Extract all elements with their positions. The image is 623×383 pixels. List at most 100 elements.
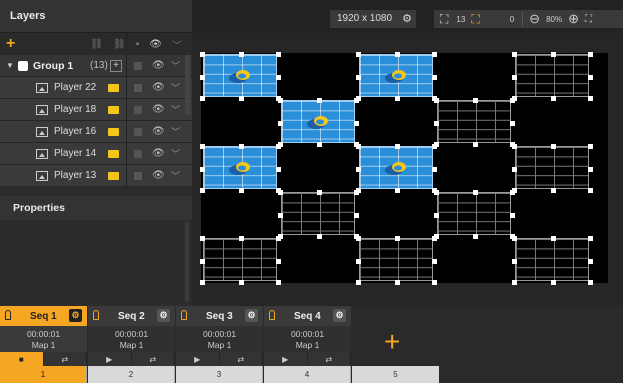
sequence-slot[interactable]: Seq 1 ⚙ 00:00:01 Map 1 ■ ⇄ 1 bbox=[0, 306, 87, 383]
player-tile[interactable] bbox=[359, 238, 433, 281]
resize-handle[interactable] bbox=[512, 144, 517, 149]
resize-handle[interactable] bbox=[510, 190, 515, 195]
resize-handle[interactable] bbox=[200, 188, 205, 193]
resize-handle[interactable] bbox=[510, 212, 515, 218]
resize-handle[interactable] bbox=[588, 188, 593, 193]
resize-handle[interactable] bbox=[276, 258, 281, 264]
layer-color-swatch[interactable] bbox=[134, 83, 142, 92]
resize-handle[interactable] bbox=[356, 258, 361, 264]
resize-handle[interactable] bbox=[432, 166, 437, 172]
comment-icon[interactable] bbox=[108, 127, 119, 136]
resize-handle[interactable] bbox=[238, 236, 244, 241]
stop-icon[interactable]: ■ bbox=[0, 352, 44, 366]
resize-handle[interactable] bbox=[512, 166, 517, 172]
frame-select-icon[interactable]: ⛶ bbox=[440, 12, 448, 27]
layer-row[interactable]: Player 14 👁 ﹀ bbox=[0, 143, 192, 165]
resize-handle[interactable] bbox=[588, 144, 593, 149]
properties-scrollbar[interactable] bbox=[185, 222, 189, 302]
resize-handle[interactable] bbox=[510, 120, 515, 126]
resize-handle[interactable] bbox=[354, 212, 359, 218]
resize-handle[interactable] bbox=[200, 236, 205, 241]
group-checkbox[interactable] bbox=[18, 60, 28, 71]
sequence-slot[interactable]: Seq 3 ⚙ 00:00:01 Map 1 ▶ ⇄ 3 bbox=[176, 306, 263, 383]
layer-visibility-icon[interactable]: 👁 bbox=[152, 104, 165, 115]
add-sequence-button[interactable]: + bbox=[384, 328, 400, 356]
square-icon[interactable]: ▪ bbox=[136, 39, 140, 50]
resize-handle[interactable] bbox=[316, 190, 322, 195]
resize-handle[interactable] bbox=[550, 52, 556, 57]
resize-handle[interactable] bbox=[588, 74, 593, 80]
layer-chevron-icon[interactable]: ﹀ bbox=[171, 147, 180, 160]
layer-group-row[interactable]: ▼ Group 1 (13) + 👁 ﹀ bbox=[0, 55, 192, 77]
resize-handle[interactable] bbox=[356, 52, 361, 57]
resize-handle[interactable] bbox=[316, 142, 322, 147]
resolution-settings-gear-icon[interactable]: ⚙ bbox=[398, 10, 416, 28]
resize-handle[interactable] bbox=[356, 74, 361, 80]
layer-row[interactable]: Player 13 👁 ﹀ bbox=[0, 165, 192, 187]
player-tile[interactable] bbox=[515, 54, 589, 97]
collapse-arrow-icon[interactable]: ▼ bbox=[6, 61, 16, 70]
unlink-icon[interactable]: ⛓ bbox=[113, 39, 126, 50]
resize-handle[interactable] bbox=[238, 52, 244, 57]
player-tile[interactable] bbox=[515, 146, 589, 189]
add-layer-icon[interactable]: + bbox=[6, 36, 15, 52]
lock-icon[interactable] bbox=[181, 310, 187, 320]
resize-handle[interactable] bbox=[354, 120, 359, 126]
sequence-gear-icon[interactable]: ⚙ bbox=[69, 309, 82, 322]
layer-row[interactable]: Player 18 👁 ﹀ bbox=[0, 99, 192, 121]
sequence-header[interactable]: Seq 4 ⚙ bbox=[264, 306, 351, 326]
resize-handle[interactable] bbox=[394, 236, 400, 241]
lock-icon[interactable] bbox=[269, 310, 275, 320]
sequence-gear-icon[interactable]: ⚙ bbox=[333, 309, 346, 322]
loop-icon[interactable]: ⇄ bbox=[219, 352, 263, 366]
link-icon[interactable]: ⛓ bbox=[90, 39, 103, 50]
resize-handle[interactable] bbox=[354, 190, 359, 195]
resize-handle[interactable] bbox=[200, 258, 205, 264]
player-tile[interactable] bbox=[281, 192, 355, 235]
resize-handle[interactable] bbox=[512, 236, 517, 241]
fit-screen-icon[interactable]: ⛶ bbox=[585, 14, 592, 25]
comment-icon[interactable] bbox=[108, 83, 119, 92]
resize-handle[interactable] bbox=[550, 144, 556, 149]
player-tile[interactable] bbox=[437, 192, 511, 235]
player-tile[interactable] bbox=[359, 146, 433, 189]
layer-chevron-icon[interactable]: ﹀ bbox=[171, 125, 180, 138]
sequence-header[interactable]: Seq 3 ⚙ bbox=[176, 306, 263, 326]
resize-handle[interactable] bbox=[472, 190, 478, 195]
resize-handle[interactable] bbox=[394, 280, 400, 285]
resize-handle[interactable] bbox=[432, 280, 437, 285]
lock-icon[interactable] bbox=[93, 310, 99, 320]
resize-handle[interactable] bbox=[432, 52, 437, 57]
layer-visibility-icon[interactable]: 👁 bbox=[152, 170, 165, 181]
resize-handle[interactable] bbox=[434, 120, 439, 126]
group-chevron-icon[interactable]: ﹀ bbox=[171, 59, 180, 72]
resize-handle[interactable] bbox=[276, 236, 281, 241]
layers-scrollbar[interactable] bbox=[185, 55, 190, 115]
loop-icon[interactable]: ⇄ bbox=[43, 352, 87, 366]
comment-icon[interactable] bbox=[108, 149, 119, 158]
chevron-down-icon[interactable]: ﹀ bbox=[172, 37, 182, 52]
resize-handle[interactable] bbox=[276, 74, 281, 80]
resize-handle[interactable] bbox=[238, 96, 244, 101]
resize-handle[interactable] bbox=[510, 98, 515, 103]
resize-handle[interactable] bbox=[238, 280, 244, 285]
resize-handle[interactable] bbox=[432, 74, 437, 80]
resize-handle[interactable] bbox=[238, 188, 244, 193]
play-icon[interactable]: ▶ bbox=[264, 352, 308, 366]
resize-handle[interactable] bbox=[588, 280, 593, 285]
zoom-out-icon[interactable]: ⊖ bbox=[529, 11, 540, 27]
loop-icon[interactable]: ⇄ bbox=[131, 352, 175, 366]
resize-handle[interactable] bbox=[278, 190, 283, 195]
layer-color-swatch[interactable] bbox=[134, 149, 142, 158]
resize-handle[interactable] bbox=[512, 74, 517, 80]
layer-visibility-icon[interactable]: 👁 bbox=[152, 148, 165, 159]
play-icon[interactable]: ▶ bbox=[88, 352, 132, 366]
resize-handle[interactable] bbox=[200, 166, 205, 172]
resize-handle[interactable] bbox=[512, 52, 517, 57]
resize-handle[interactable] bbox=[512, 258, 517, 264]
resize-handle[interactable] bbox=[432, 236, 437, 241]
resize-handle[interactable] bbox=[200, 96, 205, 101]
resize-handle[interactable] bbox=[550, 96, 556, 101]
resize-handle[interactable] bbox=[472, 234, 478, 239]
resolution-label[interactable]: 1920 x 1080 bbox=[330, 10, 400, 28]
